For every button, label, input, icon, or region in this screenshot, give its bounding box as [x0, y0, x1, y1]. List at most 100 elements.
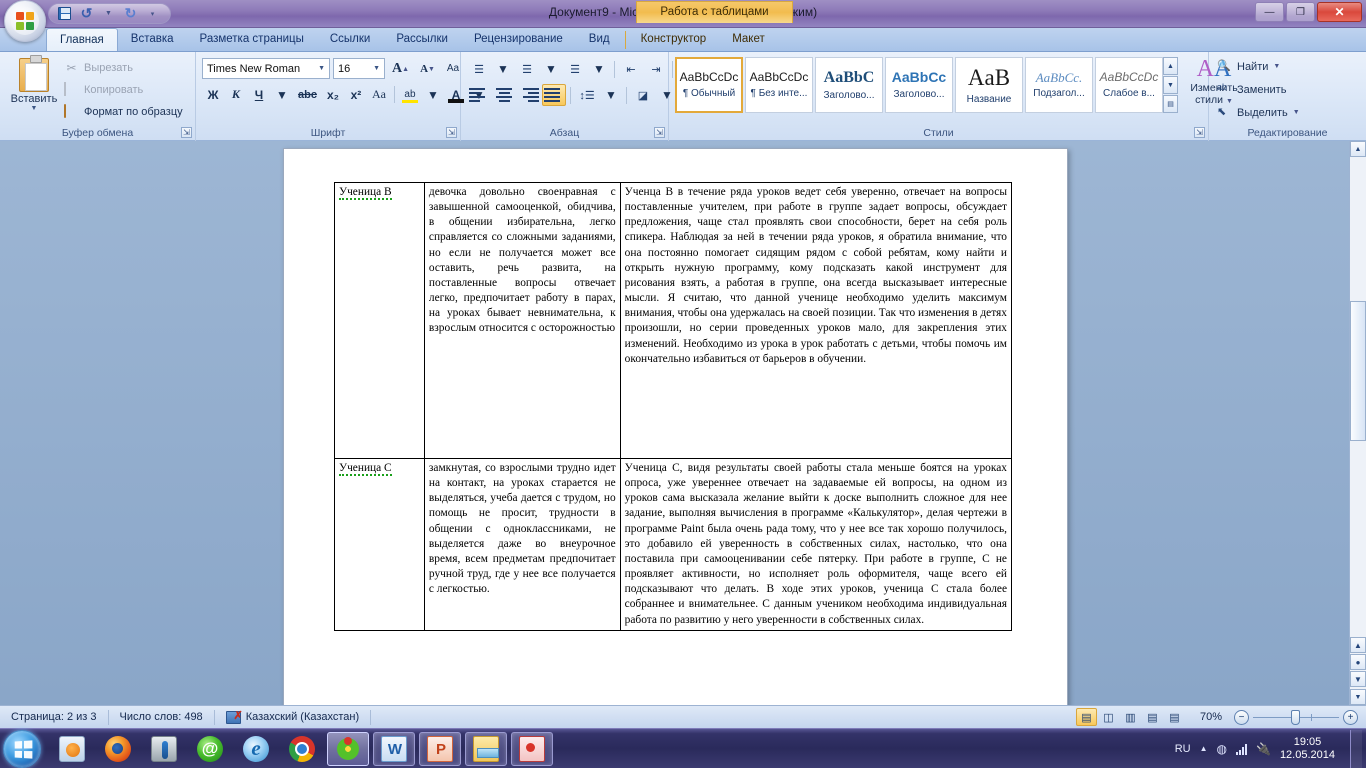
style-normal[interactable]: AaBbCcDc ¶ Обычный	[675, 57, 743, 113]
taskbar-item-firefox[interactable]	[97, 732, 139, 766]
document-table[interactable]: Ученица В девочка довольно своенравная с…	[334, 182, 1013, 631]
style-subtitle[interactable]: AaBbCc. Подзагол...	[1025, 57, 1093, 113]
scroll-down-icon[interactable]: ▼	[1350, 689, 1366, 705]
bullets-button[interactable]: ☰	[467, 58, 491, 80]
zoom-slider[interactable]: − +	[1234, 709, 1358, 725]
tab-review[interactable]: Рецензирование	[461, 28, 576, 51]
taskbar-item-chrome[interactable]	[281, 732, 323, 766]
show-desktop-button[interactable]	[1350, 729, 1362, 768]
bullets-dropdown-icon[interactable]: ▼	[492, 59, 514, 80]
zoom-in-button[interactable]: +	[1343, 709, 1358, 725]
taskbar-item-utility[interactable]	[143, 732, 185, 766]
table-row[interactable]: Ученица В девочка довольно своенравная с…	[334, 182, 1013, 459]
restore-button[interactable]: ❐	[1286, 2, 1315, 22]
minimize-button[interactable]: —	[1255, 2, 1284, 22]
font-dialog-launcher-icon[interactable]: ⇲	[446, 127, 457, 138]
numbering-dropdown-icon[interactable]: ▼	[540, 59, 562, 80]
style-heading-2[interactable]: AaBbCc Заголово...	[885, 57, 953, 113]
superscript-button[interactable]: x²	[345, 84, 367, 105]
line-spacing-button[interactable]: ↕☰	[575, 84, 599, 106]
increase-indent-button[interactable]: ⇥	[644, 58, 668, 80]
italic-button[interactable]: К	[225, 84, 247, 105]
student-note-cell[interactable]: Ученица С, видя результаты своей работы …	[619, 458, 1013, 631]
scrollbar-thumb[interactable]	[1350, 301, 1366, 441]
zoom-track[interactable]	[1253, 709, 1339, 725]
page-indicator[interactable]: Страница: 2 из 3	[0, 709, 108, 726]
taskbar-item-powerpoint[interactable]	[419, 731, 461, 766]
student-name-cell[interactable]: Ученица В	[334, 182, 425, 459]
zoom-level[interactable]: 70%	[1194, 711, 1228, 723]
copy-button[interactable]: Копировать	[64, 80, 143, 100]
tab-insert[interactable]: Вставка	[118, 28, 187, 51]
vertical-scrollbar[interactable]: ▲ ▲ ● ▼ ▼	[1349, 141, 1366, 705]
style-heading-1[interactable]: AaBbC Заголово...	[815, 57, 883, 113]
scroll-up-icon[interactable]: ▲	[1350, 141, 1366, 157]
shrink-font-button[interactable]: A ▼	[416, 58, 439, 79]
student-name-cell[interactable]: Ученица С	[334, 458, 425, 631]
styles-scroll-down-icon[interactable]: ▼	[1163, 76, 1178, 94]
highlight-dropdown-icon[interactable]: ▼	[422, 84, 444, 105]
underline-button[interactable]: Ч	[248, 84, 270, 105]
styles-more-icon[interactable]: ▤	[1163, 95, 1178, 113]
tab-page-layout[interactable]: Разметка страницы	[187, 28, 317, 51]
align-left-button[interactable]	[467, 84, 491, 106]
proofing-errors-icon[interactable]	[225, 708, 243, 725]
language-indicator-tray[interactable]: RU	[1175, 743, 1191, 755]
taskbar-item-windows-media-player[interactable]	[51, 732, 93, 766]
bold-button[interactable]: Ж	[202, 84, 224, 105]
taskbar-item-mail-agent[interactable]	[189, 732, 231, 766]
print-layout-view-button[interactable]: ▤	[1076, 708, 1097, 726]
tab-view[interactable]: Вид	[576, 28, 623, 51]
numbering-button[interactable]: ☰	[515, 58, 539, 80]
student-description-cell[interactable]: замкнутая, со взрослыми трудно идет на к…	[423, 458, 621, 631]
draft-view-button[interactable]: ▤	[1164, 708, 1185, 726]
power-icon[interactable]: 🔌	[1256, 742, 1271, 756]
style-subtle-emphasis[interactable]: AaBbCcDc Слабое в...	[1095, 57, 1163, 113]
next-page-icon[interactable]: ▼	[1350, 671, 1366, 687]
multilevel-dropdown-icon[interactable]: ▼	[588, 59, 610, 80]
paste-dropdown-icon[interactable]: ▼	[8, 105, 60, 112]
outline-view-button[interactable]: ▤	[1142, 708, 1163, 726]
select-dropdown-icon[interactable]: ▼	[1293, 109, 1300, 116]
paragraph-dialog-launcher-icon[interactable]: ⇲	[654, 127, 665, 138]
grow-font-button[interactable]: A ▲	[388, 58, 413, 79]
student-note-cell[interactable]: Ученца В в течение ряда уроков ведет себ…	[619, 182, 1013, 459]
tab-home[interactable]: Главная	[46, 28, 118, 51]
clipboard-dialog-launcher-icon[interactable]: ⇲	[181, 127, 192, 138]
taskbar-item-word[interactable]	[373, 731, 415, 766]
office-button[interactable]	[4, 0, 46, 42]
full-screen-reading-view-button[interactable]: ◫	[1098, 708, 1119, 726]
font-size-combo[interactable]: 16 ▼	[333, 58, 385, 79]
zoom-out-button[interactable]: −	[1234, 709, 1249, 725]
document-page[interactable]: Ученица В девочка довольно своенравная с…	[283, 148, 1068, 705]
cut-button[interactable]: ✂ Вырезать	[64, 58, 132, 78]
select-button[interactable]: ⬉ Выделить ▼	[1217, 105, 1300, 120]
volume-icon[interactable]: ◍	[1217, 742, 1227, 756]
language-indicator[interactable]: Казахский (Казахстан)	[215, 708, 370, 726]
paste-button[interactable]: Вставить ▼	[8, 55, 60, 124]
close-button[interactable]: ✕	[1317, 2, 1362, 22]
align-justify-button[interactable]	[542, 84, 566, 106]
taskbar-item-paint[interactable]	[511, 731, 553, 766]
table-row[interactable]: Ученица С замкнутая, со взрослыми трудно…	[334, 458, 1013, 631]
show-hidden-icons-icon[interactable]: ▲	[1200, 744, 1208, 753]
change-case-button[interactable]: Aa	[368, 84, 390, 105]
tab-table-design[interactable]: Конструктор	[628, 28, 720, 51]
network-icon[interactable]	[1235, 743, 1247, 755]
tab-mailings[interactable]: Рассылки	[383, 28, 461, 51]
styles-scroll-up-icon[interactable]: ▲	[1163, 57, 1178, 75]
tab-references[interactable]: Ссылки	[317, 28, 384, 51]
text-highlight-button[interactable]: ab	[399, 84, 421, 105]
taskbar-item-internet-explorer[interactable]	[235, 732, 277, 766]
font-name-combo[interactable]: Times New Roman ▼	[202, 58, 330, 79]
tab-table-layout[interactable]: Макет	[719, 28, 778, 51]
clock[interactable]: 19:05 12.05.2014	[1280, 736, 1341, 762]
replace-button[interactable]: ab Заменить	[1217, 82, 1286, 97]
word-count-indicator[interactable]: Число слов: 498	[109, 709, 214, 726]
shading-button[interactable]: ◪	[631, 84, 655, 106]
web-layout-view-button[interactable]: ▥	[1120, 708, 1141, 726]
taskbar-item-icq[interactable]	[327, 731, 369, 766]
subscript-button[interactable]: x₂	[322, 84, 344, 105]
start-button[interactable]	[3, 729, 41, 768]
find-dropdown-icon[interactable]: ▼	[1273, 63, 1280, 70]
